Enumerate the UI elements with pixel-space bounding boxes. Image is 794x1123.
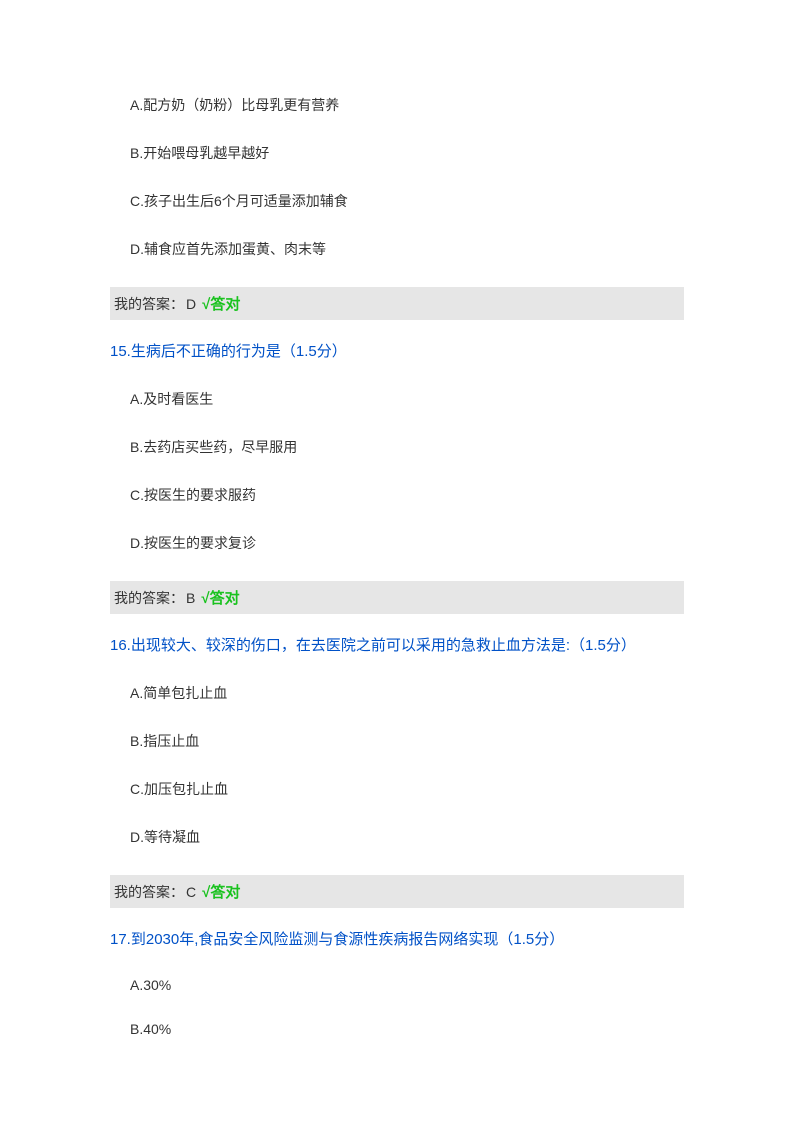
q16-answer-bar: 我的答案： C √答对 (110, 875, 684, 908)
q15-answer-label: 我的答案： (114, 588, 184, 608)
q14-option-b: B.开始喂母乳越早越好 (110, 143, 684, 163)
q16-title: 16.出现较大、较深的伤口，在去医院之前可以采用的急救止血方法是:（1.5分） (110, 634, 684, 655)
q15-answer-bar: 我的答案： B √答对 (110, 581, 684, 614)
q17-option-a: A.30% (110, 977, 684, 993)
q16-option-c: C.加压包扎止血 (110, 779, 684, 799)
q15-option-b: B.去药店买些药，尽早服用 (110, 437, 684, 457)
q17-title: 17.到2030年,食品安全风险监测与食源性疾病报告网络实现（1.5分） (110, 928, 684, 949)
q16-correct-badge: √答对 (202, 881, 240, 902)
q15-option-c: C.按医生的要求服药 (110, 485, 684, 505)
q14-answer-bar: 我的答案： D √答对 (110, 287, 684, 320)
q15-option-d: D.按医生的要求复诊 (110, 533, 684, 553)
q17-option-b: B.40% (110, 1021, 684, 1037)
q14-option-d: D.辅食应首先添加蛋黄、肉末等 (110, 239, 684, 259)
q16-option-a: A.简单包扎止血 (110, 683, 684, 703)
q14-correct-badge: √答对 (202, 293, 240, 314)
q14-answer-letter: D (186, 296, 196, 312)
q14-answer-label: 我的答案： (114, 294, 184, 314)
q16-option-d: D.等待凝血 (110, 827, 684, 847)
q16-option-b: B.指压止血 (110, 731, 684, 751)
q16-answer-label: 我的答案： (114, 882, 184, 902)
q15-title: 15.生病后不正确的行为是（1.5分） (110, 340, 684, 361)
q14-option-c: C.孩子出生后6个月可适量添加辅食 (110, 191, 684, 211)
q16-answer-letter: C (186, 884, 196, 900)
q15-option-a: A.及时看医生 (110, 389, 684, 409)
q15-answer-letter: B (186, 590, 195, 606)
q14-option-a: A.配方奶（奶粉）比母乳更有营养 (110, 95, 684, 115)
q15-correct-badge: √答对 (201, 587, 239, 608)
